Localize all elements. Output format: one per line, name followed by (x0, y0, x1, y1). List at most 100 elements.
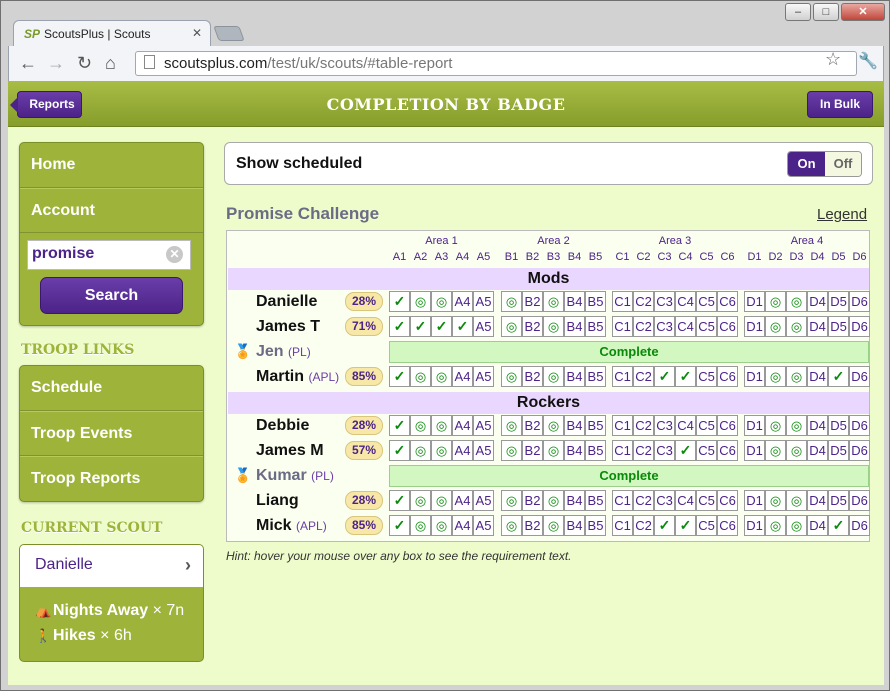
requirement-cell[interactable]: B5 (585, 316, 606, 337)
scheduled-check-icon[interactable]: ◎ (410, 490, 431, 511)
requirement-cell[interactable]: D6 (849, 490, 870, 511)
completed-check-icon[interactable]: ✓ (828, 366, 849, 387)
window-close-button[interactable]: ✕ (841, 3, 885, 21)
minimize-button[interactable]: – (785, 3, 811, 21)
scheduled-check-icon[interactable]: ◎ (543, 490, 564, 511)
requirement-cell[interactable]: C5 (696, 515, 717, 536)
requirement-cell[interactable]: C1 (612, 366, 633, 387)
scheduled-check-icon[interactable]: ◎ (543, 291, 564, 312)
requirement-cell[interactable]: C1 (612, 490, 633, 511)
requirement-cell[interactable]: C3 (654, 291, 675, 312)
requirement-cell[interactable]: C1 (612, 291, 633, 312)
current-scout-link[interactable]: Danielle › (20, 545, 203, 587)
forward-arrow-icon[interactable]: → (47, 53, 65, 74)
requirement-cell[interactable]: A4 (452, 490, 473, 511)
scout-name[interactable]: Liang (256, 492, 299, 510)
requirement-cell[interactable]: C6 (717, 440, 738, 461)
scheduled-check-icon[interactable]: ◎ (765, 366, 786, 387)
requirement-cell[interactable]: B4 (564, 490, 585, 511)
completed-check-icon[interactable]: ✓ (389, 316, 410, 337)
requirement-cell[interactable]: A5 (473, 440, 494, 461)
reload-icon[interactable]: ↻ (77, 53, 92, 74)
requirement-cell[interactable]: C4 (675, 316, 696, 337)
requirement-cell[interactable]: C1 (612, 415, 633, 436)
requirement-cell[interactable]: D4 (807, 316, 828, 337)
menu-item-account[interactable]: Account (20, 188, 203, 233)
requirement-cell[interactable]: B4 (564, 515, 585, 536)
scheduled-check-icon[interactable]: ◎ (501, 440, 522, 461)
requirement-cell[interactable]: C2 (633, 440, 654, 461)
requirement-cell[interactable]: C2 (633, 490, 654, 511)
legend-link[interactable]: Legend (817, 206, 867, 223)
requirement-cell[interactable]: B4 (564, 316, 585, 337)
requirement-cell[interactable]: C3 (654, 316, 675, 337)
completed-check-icon[interactable]: ✓ (654, 515, 675, 536)
requirement-cell[interactable]: C1 (612, 515, 633, 536)
scheduled-check-icon[interactable]: ◎ (501, 366, 522, 387)
scheduled-check-icon[interactable]: ◎ (786, 440, 807, 461)
requirement-cell[interactable]: C5 (696, 291, 717, 312)
completed-check-icon[interactable]: ✓ (389, 366, 410, 387)
scheduled-check-icon[interactable]: ◎ (765, 490, 786, 511)
completed-check-icon[interactable]: ✓ (675, 366, 696, 387)
requirement-cell[interactable]: D1 (744, 316, 765, 337)
requirement-cell[interactable]: B5 (585, 490, 606, 511)
clear-search-icon[interactable]: ✕ (166, 246, 183, 263)
completed-check-icon[interactable]: ✓ (828, 515, 849, 536)
requirement-cell[interactable]: C4 (675, 415, 696, 436)
scout-name[interactable]: Debbie (256, 417, 309, 435)
completed-check-icon[interactable]: ✓ (654, 366, 675, 387)
scheduled-check-icon[interactable]: ◎ (431, 515, 452, 536)
scheduled-check-icon[interactable]: ◎ (501, 490, 522, 511)
requirement-cell[interactable]: D4 (807, 415, 828, 436)
scheduled-check-icon[interactable]: ◎ (431, 366, 452, 387)
toggle-on[interactable]: On (788, 152, 825, 176)
scheduled-check-icon[interactable]: ◎ (431, 440, 452, 461)
scheduled-check-icon[interactable]: ◎ (765, 291, 786, 312)
requirement-cell[interactable]: D1 (744, 415, 765, 436)
scheduled-check-icon[interactable]: ◎ (410, 291, 431, 312)
requirement-cell[interactable]: C5 (696, 316, 717, 337)
toggle-off[interactable]: Off (825, 152, 861, 176)
completed-check-icon[interactable]: ✓ (410, 316, 431, 337)
requirement-cell[interactable]: C2 (633, 415, 654, 436)
requirement-cell[interactable]: C3 (654, 440, 675, 461)
maximize-button[interactable]: □ (813, 3, 839, 21)
requirement-cell[interactable]: C2 (633, 316, 654, 337)
requirement-cell[interactable]: C3 (654, 490, 675, 511)
requirement-cell[interactable]: C6 (717, 515, 738, 536)
scheduled-check-icon[interactable]: ◎ (410, 366, 431, 387)
scout-name[interactable]: Martin (APL) (256, 368, 339, 386)
requirement-cell[interactable]: A4 (452, 291, 473, 312)
requirement-cell[interactable]: D5 (828, 490, 849, 511)
scout-name[interactable]: Kumar (PL) (256, 467, 334, 485)
completed-check-icon[interactable]: ✓ (389, 415, 410, 436)
scheduled-check-icon[interactable]: ◎ (786, 490, 807, 511)
scout-name[interactable]: James T (256, 318, 320, 336)
in-bulk-button[interactable]: In Bulk (807, 91, 873, 118)
requirement-cell[interactable]: C5 (696, 490, 717, 511)
requirement-cell[interactable]: B2 (522, 490, 543, 511)
requirement-cell[interactable]: D6 (849, 440, 870, 461)
scout-name[interactable]: Danielle (256, 293, 317, 311)
requirement-cell[interactable]: C1 (612, 440, 633, 461)
requirement-cell[interactable]: D4 (807, 366, 828, 387)
requirement-cell[interactable]: C6 (717, 316, 738, 337)
requirement-cell[interactable]: A4 (452, 515, 473, 536)
scheduled-check-icon[interactable]: ◎ (431, 490, 452, 511)
scheduled-check-icon[interactable]: ◎ (410, 440, 431, 461)
search-button[interactable]: Search (40, 277, 183, 314)
requirement-cell[interactable]: A4 (452, 366, 473, 387)
completed-check-icon[interactable]: ✓ (389, 440, 410, 461)
scheduled-check-icon[interactable]: ◎ (765, 440, 786, 461)
requirement-cell[interactable]: B2 (522, 366, 543, 387)
requirement-cell[interactable]: D4 (807, 440, 828, 461)
scheduled-check-icon[interactable]: ◎ (786, 291, 807, 312)
scheduled-check-icon[interactable]: ◎ (765, 316, 786, 337)
completed-check-icon[interactable]: ✓ (389, 490, 410, 511)
requirement-cell[interactable]: C6 (717, 366, 738, 387)
requirement-cell[interactable]: A5 (473, 515, 494, 536)
requirement-cell[interactable]: B2 (522, 415, 543, 436)
requirement-cell[interactable]: D5 (828, 291, 849, 312)
requirement-cell[interactable]: C5 (696, 415, 717, 436)
